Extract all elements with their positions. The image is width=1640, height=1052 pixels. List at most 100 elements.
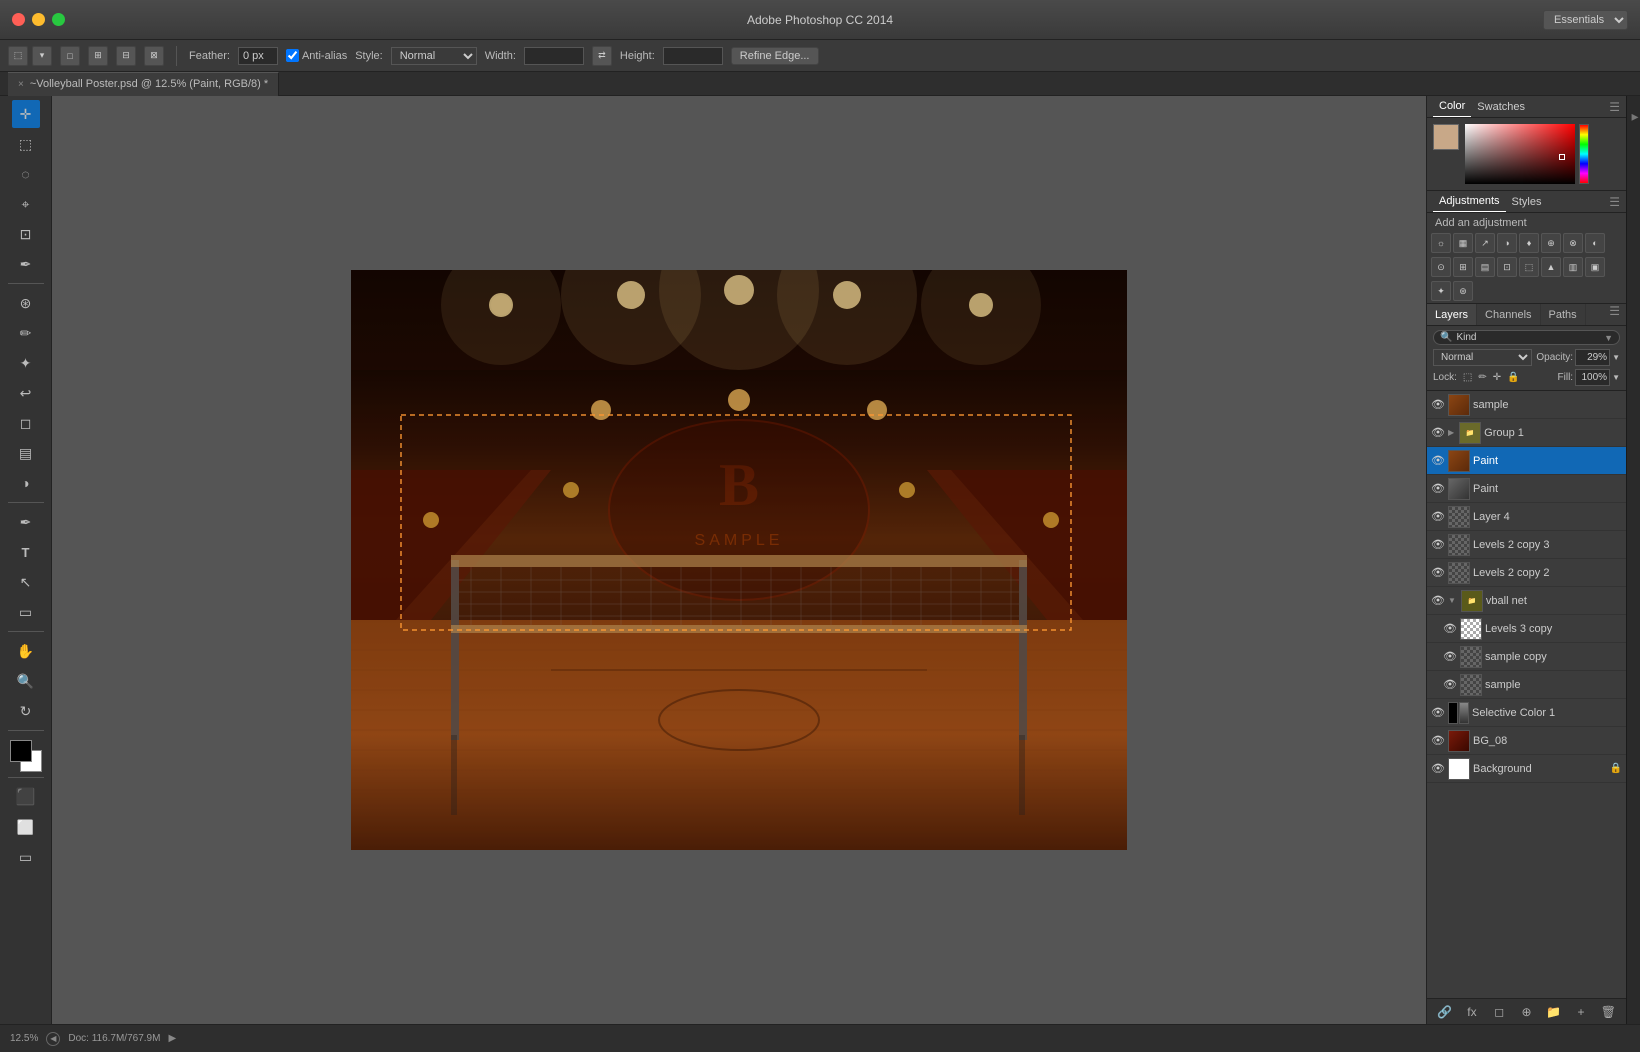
layer-item-levels2copy2[interactable]: 👁 Levels 2 copy 2 bbox=[1427, 559, 1626, 587]
add-style-btn[interactable]: fx bbox=[1463, 1003, 1481, 1021]
smart-sharpen-icon[interactable]: ✦ bbox=[1431, 281, 1451, 301]
minimize-button[interactable] bbox=[32, 13, 45, 26]
healing-brush-tool[interactable]: ⊛ bbox=[12, 289, 40, 317]
color-balance-icon[interactable]: ⊗ bbox=[1563, 233, 1583, 253]
adjustments-panel-menu-icon[interactable]: ☰ bbox=[1609, 195, 1620, 209]
levels-icon[interactable]: ▦ bbox=[1453, 233, 1473, 253]
style-select[interactable]: Normal Fixed Ratio Fixed Size bbox=[391, 47, 477, 65]
selective-color-icon[interactable]: ▣ bbox=[1585, 257, 1605, 277]
feather-input[interactable] bbox=[238, 47, 278, 65]
anti-alias-checkbox[interactable] bbox=[286, 49, 299, 62]
visibility-icon[interactable]: 👁 bbox=[1431, 482, 1445, 496]
filter-dropdown-icon[interactable]: ▼ bbox=[1604, 333, 1613, 343]
path-selection-tool[interactable]: ↖ bbox=[12, 568, 40, 596]
clone-stamp-tool[interactable]: ✦ bbox=[12, 349, 40, 377]
brightness-contrast-icon[interactable]: ☼ bbox=[1431, 233, 1451, 253]
intersect-selection-btn[interactable]: ⊠ bbox=[144, 46, 164, 66]
lock-transparent-icon[interactable]: ⬚ bbox=[1463, 372, 1472, 383]
group-arrow-icon[interactable]: ▼ bbox=[1448, 596, 1456, 605]
channel-mixer-icon[interactable]: ⊞ bbox=[1453, 257, 1473, 277]
unsharp-mask-icon[interactable]: ⊛ bbox=[1453, 281, 1473, 301]
swatches-tab[interactable]: Swatches bbox=[1471, 96, 1531, 117]
exposure-icon[interactable]: ◑ bbox=[1497, 233, 1517, 253]
screen-mode-btn[interactable]: ⬜ bbox=[12, 813, 40, 841]
shape-tool[interactable]: ▭ bbox=[12, 598, 40, 626]
layers-tab[interactable]: Layers bbox=[1427, 304, 1477, 325]
move-tool[interactable]: ✛ bbox=[12, 100, 40, 128]
swap-dimensions-btn[interactable]: ⇄ bbox=[592, 46, 612, 66]
visibility-icon[interactable]: 👁 bbox=[1431, 594, 1445, 608]
lasso-tool[interactable]: ◌ bbox=[12, 160, 40, 188]
curves-icon[interactable]: ↗ bbox=[1475, 233, 1495, 253]
layer-item-sample-copy[interactable]: 👁 sample copy bbox=[1427, 643, 1626, 671]
lock-all-icon[interactable]: 🔒 bbox=[1507, 372, 1519, 383]
layer-item-paint-selected[interactable]: 👁 Paint bbox=[1427, 447, 1626, 475]
new-group-btn[interactable]: 📁 bbox=[1545, 1003, 1563, 1021]
fill-input[interactable] bbox=[1575, 369, 1610, 386]
foreground-color-swatch[interactable] bbox=[10, 740, 32, 762]
subtract-selection-btn[interactable]: ⊟ bbox=[116, 46, 136, 66]
visibility-icon[interactable]: 👁 bbox=[1431, 734, 1445, 748]
visibility-icon[interactable]: 👁 bbox=[1431, 762, 1445, 776]
photo-filter-icon[interactable]: ⊙ bbox=[1431, 257, 1451, 277]
visibility-icon[interactable]: 👁 bbox=[1431, 510, 1445, 524]
rotate-tool[interactable]: ↻ bbox=[12, 697, 40, 725]
add-mask-btn[interactable]: ◻ bbox=[1490, 1003, 1508, 1021]
visibility-icon[interactable]: 👁 bbox=[1443, 622, 1457, 636]
threshold-icon[interactable]: ▲ bbox=[1541, 257, 1561, 277]
panel-collapse-strip[interactable]: ◀ bbox=[1626, 96, 1640, 1024]
gradient-map-icon[interactable]: ▥ bbox=[1563, 257, 1583, 277]
search-input[interactable] bbox=[1456, 332, 1600, 343]
layers-panel-menu-icon[interactable]: ☰ bbox=[1609, 304, 1620, 325]
canvas-area[interactable]: B SAMPLE bbox=[52, 96, 1426, 1024]
document-tab[interactable]: × ~Volleyball Poster.psd @ 12.5% (Paint,… bbox=[8, 72, 279, 96]
layer-item-bg08[interactable]: 👁 BG_08 bbox=[1427, 727, 1626, 755]
lock-position-icon[interactable]: ✛ bbox=[1493, 372, 1501, 383]
refine-edge-button[interactable]: Refine Edge... bbox=[731, 47, 819, 65]
new-layer-btn[interactable]: + bbox=[1572, 1003, 1590, 1021]
magic-wand-tool[interactable]: ⌖ bbox=[12, 190, 40, 218]
color-swatches[interactable] bbox=[10, 740, 42, 772]
bw-icon[interactable]: ◐ bbox=[1585, 233, 1605, 253]
paths-tab[interactable]: Paths bbox=[1541, 304, 1586, 325]
styles-tab[interactable]: Styles bbox=[1506, 191, 1548, 212]
vibrance-icon[interactable]: ♦ bbox=[1519, 233, 1539, 253]
visibility-icon[interactable]: 👁 bbox=[1431, 398, 1445, 412]
layers-search[interactable]: 🔍 ▼ bbox=[1433, 330, 1620, 345]
tab-close-icon[interactable]: × bbox=[18, 79, 24, 90]
link-layers-btn[interactable]: 🔗 bbox=[1436, 1003, 1454, 1021]
channels-tab[interactable]: Channels bbox=[1477, 304, 1540, 325]
opacity-input[interactable] bbox=[1575, 349, 1610, 366]
doc-info-arrow[interactable]: ▶ bbox=[168, 1033, 176, 1044]
quick-mask-btn[interactable]: ⬛ bbox=[12, 783, 40, 811]
adjustments-tab[interactable]: Adjustments bbox=[1433, 191, 1506, 212]
visibility-icon[interactable]: 👁 bbox=[1443, 650, 1457, 664]
foreground-color-preview[interactable] bbox=[1433, 124, 1459, 150]
layer-item-sample-top[interactable]: 👁 sample bbox=[1427, 391, 1626, 419]
hand-tool[interactable]: ✋ bbox=[12, 637, 40, 665]
select-mode-btn[interactable]: ▾ bbox=[32, 46, 52, 66]
zoom-options-icon[interactable]: ◀ bbox=[46, 1032, 60, 1046]
new-selection-btn[interactable]: □ bbox=[60, 46, 80, 66]
layer-item-vball-net[interactable]: 👁 ▼ 📁 vball net bbox=[1427, 587, 1626, 615]
layer-item-background[interactable]: 👁 Background 🔒 bbox=[1427, 755, 1626, 783]
visibility-icon[interactable]: 👁 bbox=[1431, 426, 1445, 440]
crop-tool[interactable]: ⊡ bbox=[12, 220, 40, 248]
color-lookup-icon[interactable]: ▤ bbox=[1475, 257, 1495, 277]
zoom-tool[interactable]: 🔍 bbox=[12, 667, 40, 695]
hue-slider[interactable] bbox=[1579, 124, 1589, 184]
visibility-icon[interactable]: 👁 bbox=[1431, 454, 1445, 468]
collapse-indicator[interactable]: ◀ bbox=[1629, 112, 1639, 122]
eyedropper-tool[interactable]: ✒ bbox=[12, 250, 40, 278]
delete-layer-btn[interactable]: 🗑 bbox=[1599, 1003, 1617, 1021]
color-panel-menu-icon[interactable]: ☰ bbox=[1609, 100, 1620, 114]
layer-item-levels2copy3[interactable]: 👁 Levels 2 copy 3 bbox=[1427, 531, 1626, 559]
layer-item-sample-inner[interactable]: 👁 sample bbox=[1427, 671, 1626, 699]
display-device-btn[interactable]: ▭ bbox=[12, 843, 40, 871]
posterize-icon[interactable]: ⬚ bbox=[1519, 257, 1539, 277]
gradient-tool[interactable]: ▤ bbox=[12, 439, 40, 467]
brush-tool[interactable]: ✏ bbox=[12, 319, 40, 347]
workspace-select[interactable]: Essentials bbox=[1543, 10, 1628, 30]
layer-item-selective-color[interactable]: 👁 Selective Color 1 bbox=[1427, 699, 1626, 727]
layer-item-layer4[interactable]: 👁 Layer 4 bbox=[1427, 503, 1626, 531]
